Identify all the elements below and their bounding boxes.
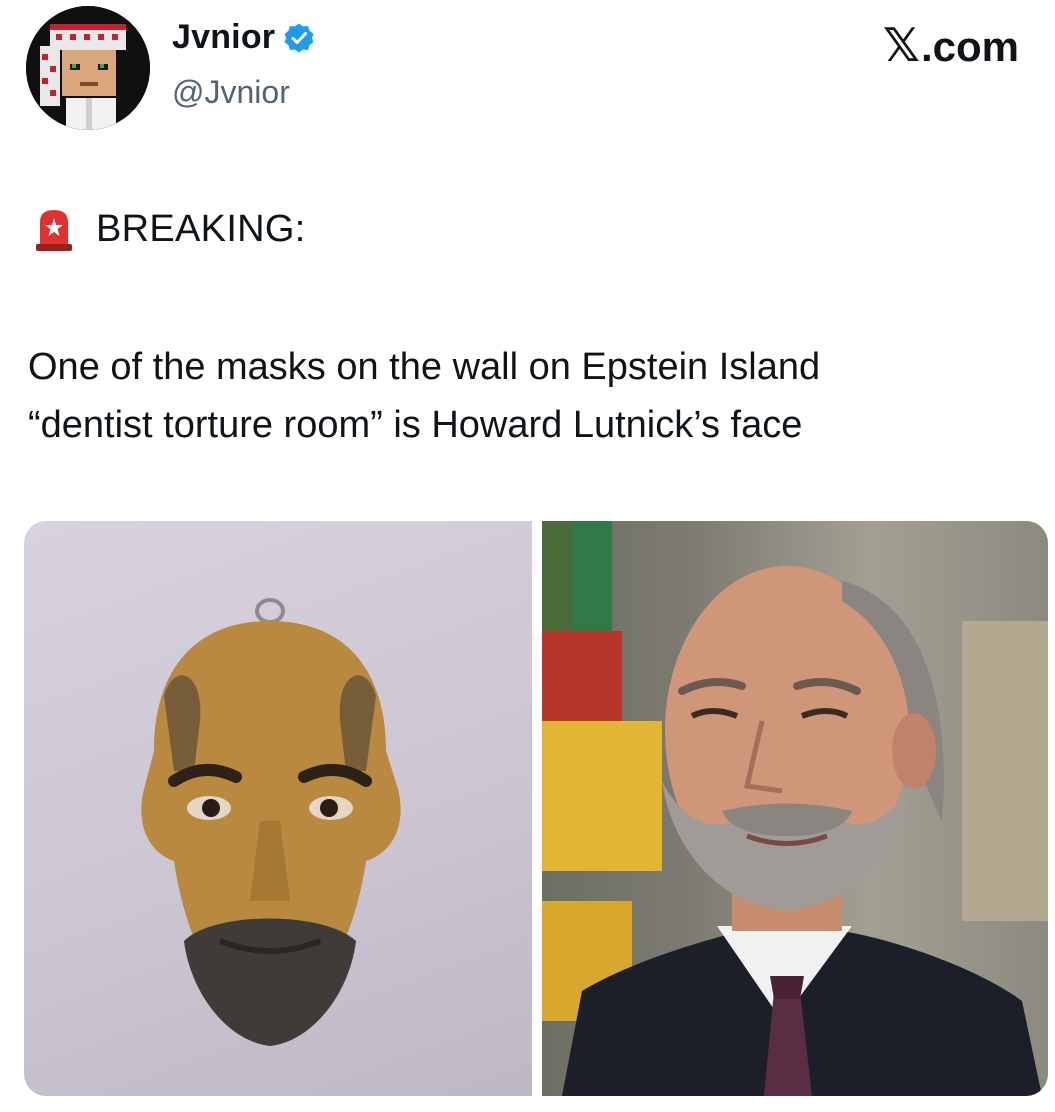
author-handle[interactable]: @Jvnior — [172, 74, 290, 111]
x-com-brand: 𝕏 .com — [883, 18, 1019, 72]
post-text-line: “dentist torture room” is Howard Lutnick… — [28, 404, 803, 446]
media-photo-portrait[interactable] — [542, 521, 1048, 1096]
verified-badge-icon — [283, 22, 315, 54]
breaking-label: BREAKING: — [96, 207, 306, 250]
post-text: One of the masks on the wall on Epstein … — [28, 338, 1038, 454]
tweet-card: Jvnior @Jvnior 𝕏 .com BREAKING: One of t… — [0, 0, 1055, 1112]
media-grid — [24, 521, 1048, 1096]
author-name-row[interactable]: Jvnior — [172, 18, 315, 57]
x-logo-icon: 𝕏 — [882, 19, 920, 71]
author-display-name[interactable]: Jvnior — [172, 18, 275, 57]
breaking-line: BREAKING: — [34, 206, 306, 252]
brand-label: .com — [920, 23, 1019, 70]
rotating-light-icon — [34, 206, 74, 252]
media-photo-mask[interactable] — [24, 521, 532, 1096]
pixel-art-avatar-icon — [26, 6, 150, 130]
post-text-line: One of the masks on the wall on Epstein … — [28, 346, 821, 388]
avatar[interactable] — [26, 6, 150, 130]
